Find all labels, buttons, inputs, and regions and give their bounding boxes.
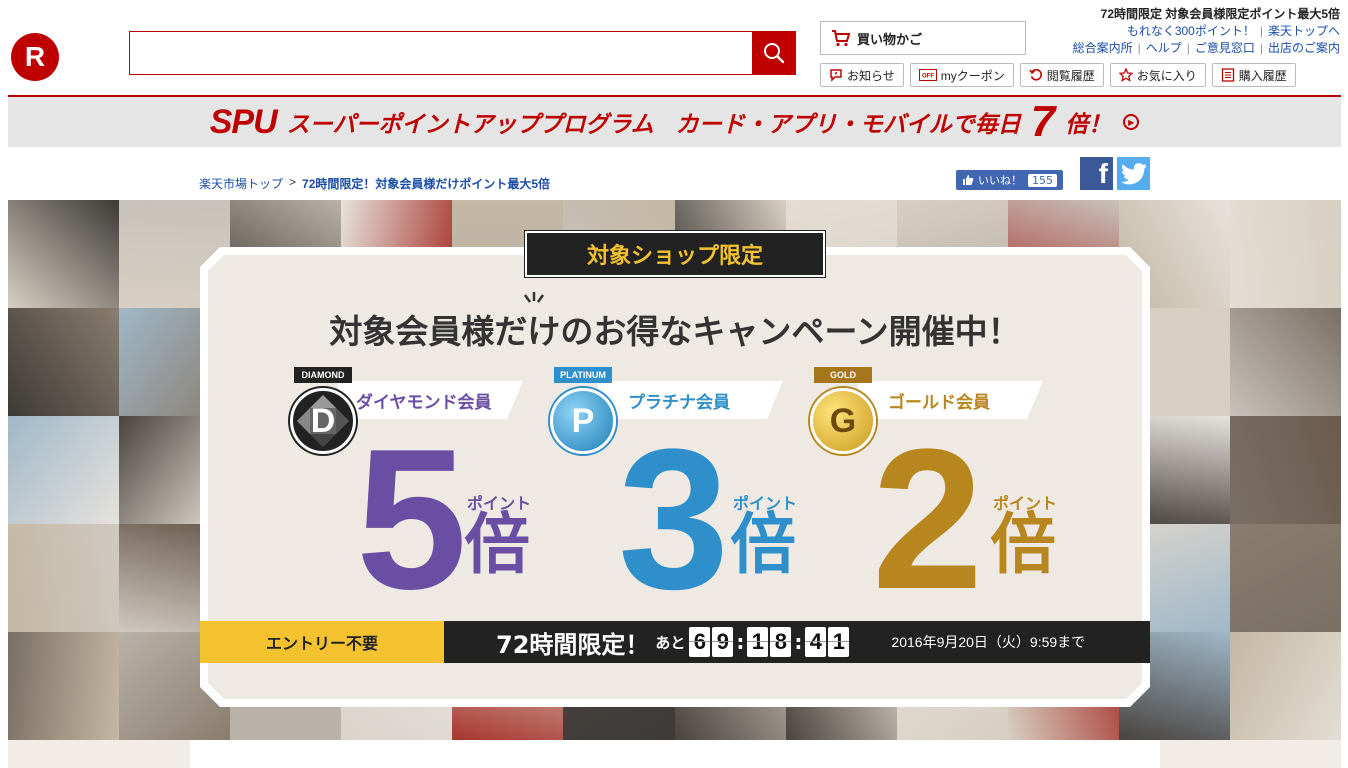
gold-badge-icon: G [810,388,876,454]
tier-unit: 倍 [730,506,796,583]
purchase-label: 購入履歴 [1238,68,1287,83]
shop-limited-tag: 対象ショップ限定 [524,230,826,278]
tier-unit: 倍 [990,506,1056,583]
star-icon [1118,68,1133,82]
tier-unit: 倍 [464,506,530,583]
header-nav: お知らせ OFF myクーポン 閲覧履歴 お気に入り 購入履歴 [820,63,1296,87]
timer-remaining-label: あと [655,633,686,652]
spu-subtitle: カード・アプリ・モバイルで毎日 [675,112,1021,138]
product-photo-tile [1229,308,1341,416]
opinion-link[interactable]: ご意見窓口 [1195,41,1255,55]
timer-digit: 8 [770,627,792,657]
notice-label: お知らせ [847,68,895,83]
countdown-timer: 72時間限定！ あと 6 9 : 1 8 : 4 1 2016年9月20日（火）… [444,621,1150,663]
spu-unit: 倍！ [1065,112,1112,138]
product-photo-tile [8,416,120,524]
rakuten-logo[interactable]: R [11,33,59,81]
history-button[interactable]: 閲覧履歴 [1019,63,1104,87]
search-input[interactable] [129,31,752,75]
tier-number: 3 [618,408,730,631]
product-photo-tile [8,632,120,740]
badge-band: DIAMOND [294,367,352,383]
product-photo-tile [1229,416,1341,524]
search-button[interactable] [752,31,796,75]
badge-band: GOLD [814,367,872,383]
spu-banner[interactable]: SPU スーパーポイントアッププログラム カード・アプリ・モバイルで毎日 7 倍… [8,97,1341,147]
badge-band: PLATINUM [554,367,612,383]
breadcrumb: 楽天市場トップ > 72時間限定！対象会員様だけポイント最大5倍 [199,175,550,192]
platinum-badge-icon: P [550,388,616,454]
favorite-button[interactable]: お気に入り [1109,63,1206,87]
badge-text: PLATINUM [560,370,606,380]
entry-not-required: エントリー不要 [200,621,444,663]
entry-timer-bar: エントリー不要 72時間限定！ あと 6 9 : 1 8 : 4 1 2016年… [200,621,1150,663]
breadcrumb-separator: > [289,175,297,189]
cart-label: 買い物かご [857,32,923,48]
facebook-like-button[interactable]: いいね！ 155 [956,170,1063,190]
list-icon [1221,68,1234,82]
twitter-share-button[interactable] [1117,157,1150,190]
shops-link[interactable]: 出店のご案内 [1268,41,1340,55]
diamond-badge-icon: D [290,388,356,454]
tier-number: 5 [356,408,468,631]
facebook-icon: f [1098,158,1108,189]
product-photo-tile [1229,632,1341,740]
prize-link[interactable]: もれなく300ポイント！ [1127,24,1255,38]
product-photo-tile [8,524,120,632]
spu-multiplier: 7 [1030,97,1056,146]
facebook-share-button[interactable]: f [1080,157,1113,190]
badge-letter: P [571,401,595,440]
search-icon [764,43,785,64]
coupon-button[interactable]: OFF myクーポン [909,63,1014,87]
timer-title: 72時間限定！ [496,630,650,659]
timer-digit: 9 [712,627,734,657]
history-icon [1029,68,1042,81]
badge-text: DIAMOND [301,370,345,380]
product-photo-tile [1229,200,1341,308]
breadcrumb-home[interactable]: 楽天市場トップ [199,175,283,192]
history-label: 閲覧履歴 [1046,68,1095,83]
favorite-label: お気に入り [1136,68,1197,83]
purchase-button[interactable]: 購入履歴 [1211,63,1296,87]
rakuten-top-link[interactable]: 楽天トップへ [1268,24,1340,38]
help-link[interactable]: ヘルプ [1146,41,1182,55]
badge-text: GOLD [830,370,856,380]
svg-text:OFF: OFF [922,74,934,80]
timer-digit: 1 [828,627,850,657]
product-photo-tile [8,308,120,416]
spu-title: スーパーポイントアッププログラム [286,112,654,138]
badge-letter: D [310,401,336,440]
search-bar [129,31,796,75]
breadcrumb-current: 72時間限定！対象会員様だけポイント最大5倍 [302,177,551,191]
notice-button[interactable]: お知らせ [820,63,904,87]
top-links: 72時間限定 対象会員様限定ポイント最大5倍 もれなく300ポイント！ | 楽天トッ… [1072,7,1340,55]
promo-text: 72時間限定 対象会員様限定ポイント最大5倍 [1100,7,1340,21]
coupon-label: myクーポン [940,68,1005,83]
coupon-icon: OFF [918,69,937,81]
product-photo-tile [8,200,120,308]
timer-digit: 4 [805,627,827,657]
like-count: 155 [1028,173,1057,187]
notice-icon [830,69,842,82]
timer-digit: 1 [747,627,769,657]
spu-logo: SPU [209,102,278,141]
cart-button[interactable]: 買い物かご [820,21,1026,55]
timer-deadline: 2016年9月20日（火）9:59まで [891,634,1086,650]
product-photo-tile [1229,524,1341,632]
cart-icon [832,30,851,47]
play-icon: ▶ [1123,114,1140,130]
twitter-icon [1120,162,1147,184]
campaign-headline: 対象会員様だけのお得なキャンペーン開催中！ [329,312,1021,351]
page: R 買い物かご 72時間限定 対象会員様限定ポイント最大5倍 もれなく300ポイ… [0,0,1348,768]
guide-link[interactable]: 総合案内所 [1073,41,1133,55]
timer-digit: 6 [689,627,711,657]
badge-letter: G [829,401,857,440]
like-label: いいね！ [978,174,1022,187]
thumbs-up-icon [963,175,974,185]
tier-number: 2 [872,408,984,631]
bottom-strip [8,740,1341,768]
logo-letter: R [24,41,46,72]
